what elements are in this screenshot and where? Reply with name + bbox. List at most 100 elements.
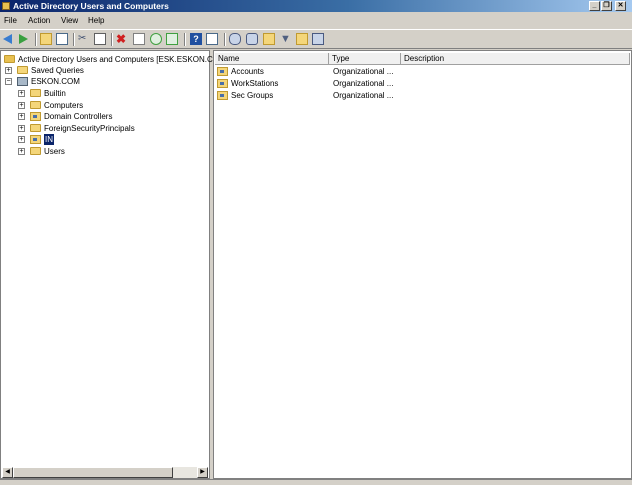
expand-icon[interactable]: + [18, 113, 25, 120]
forward-arrow-icon [19, 34, 28, 44]
restore-button[interactable]: ❐ [601, 1, 612, 11]
scroll-right-button[interactable]: ▶ [197, 467, 208, 478]
delegate-button[interactable] [312, 33, 324, 45]
tree-item-label-selected: IN [44, 134, 54, 145]
ou-icon [217, 67, 228, 76]
tree-item-builtin[interactable]: + Builtin [17, 88, 207, 99]
ou-icon [30, 112, 41, 121]
tree-item-label: Saved Queries [31, 66, 84, 75]
new-group-button[interactable] [246, 33, 258, 45]
tree-item-label: Domain Controllers [44, 112, 113, 121]
tree-item-label: ForeignSecurityPrincipals [44, 124, 135, 133]
folder-icon [17, 66, 28, 74]
export-list-button[interactable] [166, 33, 178, 45]
scroll-thumb[interactable] [13, 467, 173, 478]
toolbar-separator [184, 33, 186, 46]
up-folder-button[interactable] [40, 33, 52, 45]
filter-button[interactable]: ▼ [280, 33, 292, 45]
collapse-icon[interactable]: − [5, 78, 12, 85]
folder-icon [30, 101, 41, 109]
ou-icon [217, 79, 228, 88]
copy-button[interactable] [94, 33, 106, 45]
expand-icon[interactable]: + [18, 136, 25, 143]
row-type: Organizational ... [333, 67, 394, 76]
title-bar: Active Directory Users and Computers _ ❐… [0, 0, 632, 12]
tree-horizontal-scrollbar[interactable]: ◀ ▶ [2, 467, 208, 478]
tree-item-label: ESKON.COM [31, 77, 80, 86]
menu-file[interactable]: File [4, 16, 17, 26]
scroll-right-icon: ▶ [200, 469, 205, 475]
minimize-button[interactable]: _ [589, 1, 600, 11]
scroll-left-icon: ◀ [5, 469, 10, 475]
window-title: Active Directory Users and Computers [13, 1, 169, 11]
toolbar-separator [35, 33, 37, 46]
tree-pane[interactable]: Active Directory Users and Computers [ES… [0, 50, 226, 479]
tree-item-label: Computers [44, 101, 84, 110]
menu-help[interactable]: Help [88, 16, 104, 26]
delete-button[interactable]: ✖ [116, 33, 128, 45]
row-type: Organizational ... [333, 91, 394, 100]
folder-icon [30, 124, 41, 132]
status-bar [0, 479, 632, 485]
minimize-icon: _ [592, 2, 597, 9]
tree-root-label: Active Directory Users and Computers [ES… [18, 55, 226, 64]
domain-icon [17, 77, 28, 86]
tree-item-foreign-security-principals[interactable]: + ForeignSecurityPrincipals [17, 123, 207, 134]
restore-icon: ❐ [603, 2, 610, 9]
tree-item-label: Builtin [44, 89, 66, 98]
expand-icon[interactable]: + [5, 67, 12, 74]
tree-item-label: Users [44, 147, 65, 156]
folder-icon [30, 89, 41, 97]
menu-action[interactable]: Action [28, 16, 50, 26]
row-name: Accounts [231, 67, 264, 76]
help-button[interactable]: ? [190, 33, 202, 45]
back-arrow-icon [3, 34, 12, 44]
forward-button[interactable] [19, 34, 31, 46]
new-user-button[interactable] [229, 33, 241, 45]
find-button[interactable] [296, 33, 308, 45]
filter-icon: ▼ [280, 33, 291, 45]
close-button[interactable]: ✕ [615, 1, 626, 11]
folder-icon [30, 147, 41, 155]
view-button[interactable] [206, 33, 218, 45]
menu-view[interactable]: View [61, 16, 78, 26]
close-icon: ✕ [617, 2, 624, 9]
expand-icon[interactable]: + [18, 125, 25, 132]
cut-icon: ✂ [78, 33, 87, 44]
snapin-icon [4, 55, 15, 63]
back-button[interactable] [3, 34, 15, 46]
list-row[interactable]: Sec Groups Organizational ... [217, 90, 627, 102]
tree-item-computers[interactable]: + Computers [17, 100, 207, 111]
ou-icon [217, 91, 228, 100]
cut-button[interactable]: ✂ [78, 33, 90, 45]
row-type: Organizational ... [333, 79, 394, 88]
list-row[interactable]: WorkStations Organizational ... [217, 78, 627, 90]
new-ou-button[interactable] [263, 33, 275, 45]
show-hide-tree-button[interactable] [56, 33, 68, 45]
menu-bar: File Action View Help [0, 14, 632, 28]
toolbar-separator [224, 33, 226, 46]
app-icon [2, 2, 10, 10]
list-pane[interactable]: Name Type Description Accounts Organizat… [213, 50, 632, 479]
toolbar: ✂ ✖ ? ▼ [0, 29, 632, 49]
expand-icon[interactable]: + [18, 90, 25, 97]
column-header-type[interactable]: Type [329, 53, 401, 65]
tree-item-users[interactable]: + Users [17, 146, 207, 157]
ou-icon [30, 135, 41, 144]
help-icon: ? [193, 34, 199, 44]
tree-item-in[interactable]: + IN [17, 134, 207, 145]
tree-item-saved-queries[interactable]: + Saved Queries [4, 65, 204, 76]
tree-item-domain-controllers[interactable]: + Domain Controllers [17, 111, 207, 122]
expand-icon[interactable]: + [18, 102, 25, 109]
row-name: WorkStations [231, 79, 279, 88]
refresh-button[interactable] [150, 33, 162, 45]
tree-item-domain[interactable]: − ESKON.COM [4, 76, 204, 87]
row-name: Sec Groups [231, 91, 274, 100]
expand-icon[interactable]: + [18, 148, 25, 155]
column-header-description[interactable]: Description [401, 53, 630, 65]
scroll-left-button[interactable]: ◀ [2, 467, 13, 478]
column-header-name[interactable]: Name [215, 53, 329, 65]
properties-button[interactable] [133, 33, 145, 45]
delete-icon: ✖ [116, 32, 127, 46]
list-row[interactable]: Accounts Organizational ... [217, 66, 627, 78]
